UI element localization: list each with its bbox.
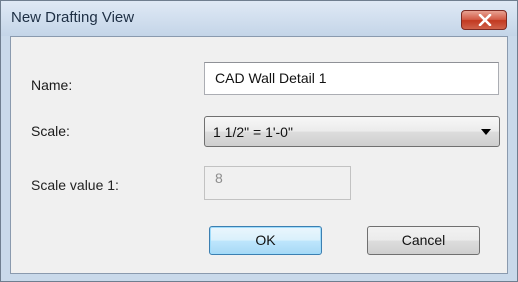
cancel-button[interactable]: Cancel bbox=[367, 226, 480, 255]
dialog-body: Name: CAD Wall Detail 1 Scale: 1 1/2" = … bbox=[10, 36, 508, 274]
scale-value-label: Scale value 1: bbox=[31, 177, 119, 193]
name-input[interactable]: CAD Wall Detail 1 bbox=[204, 62, 499, 95]
close-icon bbox=[478, 14, 492, 26]
chevron-down-icon bbox=[481, 129, 491, 135]
name-label: Name: bbox=[31, 77, 73, 93]
ok-button[interactable]: OK bbox=[209, 226, 322, 255]
new-drafting-view-dialog: New Drafting View Name: CAD Wall Detail … bbox=[0, 0, 518, 282]
window-title: New Drafting View bbox=[11, 9, 135, 26]
scale-selected-value: 1 1/2" = 1'-0" bbox=[213, 124, 293, 140]
scale-value-input: 8 bbox=[204, 166, 351, 200]
close-button[interactable] bbox=[461, 10, 507, 30]
title-bar[interactable]: New Drafting View bbox=[1, 1, 517, 36]
scale-label: Scale: bbox=[31, 123, 70, 139]
scale-select[interactable]: 1 1/2" = 1'-0" bbox=[204, 116, 500, 147]
